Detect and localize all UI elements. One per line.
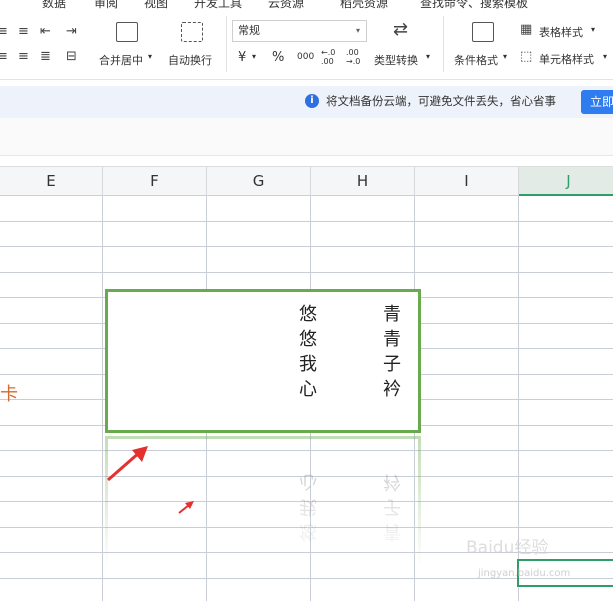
cell-style-button[interactable]: 单元格样式 <box>539 51 594 67</box>
text-char: 青 <box>383 329 401 350</box>
reflected-char: 悠 <box>299 521 317 542</box>
conditional-format-icon[interactable] <box>472 22 494 42</box>
chevron-down-icon[interactable]: ▾ <box>503 52 507 61</box>
divider <box>226 16 227 72</box>
cell-style-icon[interactable]: ⬚ <box>520 49 532 65</box>
conditional-format-button[interactable]: 条件格式 <box>454 52 498 68</box>
indent-icon[interactable]: ⇥ <box>66 24 77 40</box>
reflected-char: 子 <box>383 496 401 517</box>
watermark: Baidu经验 <box>466 538 549 558</box>
column-header-j[interactable]: J <box>519 167 613 196</box>
type-convert-button[interactable]: 类型转换 <box>374 52 418 68</box>
reflected-char: 青 <box>383 521 401 542</box>
outdent-icon[interactable]: ⇤ <box>40 24 51 40</box>
column-header-f[interactable]: F <box>103 167 207 196</box>
thousands-button[interactable]: 000 <box>297 52 314 62</box>
align-right-icon[interactable]: ≡ <box>18 49 29 65</box>
align-justify-icon[interactable]: ≣ <box>40 49 51 65</box>
text-char: 衿 <box>383 379 401 400</box>
percent-button[interactable]: % <box>272 50 284 65</box>
text-char: 悠 <box>299 304 317 325</box>
merge-center-icon[interactable] <box>116 22 138 42</box>
spreadsheet-window: 数据 审阅 视图 开发工具 云资源 稻壳资源 查找命令、搜索模板 ≡ ≡ ⇤ ⇥… <box>0 0 613 601</box>
chevron-down-icon[interactable]: ▾ <box>426 52 430 61</box>
annotation-arrow-icon <box>178 501 194 514</box>
merge-center-button[interactable]: 合并居中 <box>99 52 143 68</box>
text-char: 青 <box>383 304 401 325</box>
column-header-i[interactable]: I <box>415 167 519 196</box>
formula-bar-area[interactable] <box>0 118 613 156</box>
table-style-icon[interactable]: ▦ <box>520 22 532 38</box>
text-char: 悠 <box>299 329 317 350</box>
column-header-row: E F G H I J <box>0 166 613 196</box>
grid-line <box>0 221 613 222</box>
text-char: 我 <box>299 354 317 375</box>
chevron-down-icon[interactable]: ▾ <box>591 25 595 34</box>
grid-line <box>0 246 613 247</box>
tab-data[interactable]: 数据 <box>42 0 66 11</box>
annotation-arrow-icon <box>107 446 148 482</box>
chevron-down-icon: ▾ <box>355 26 360 35</box>
ribbon-toolbar: 数据 审阅 视图 开发工具 云资源 稻壳资源 查找命令、搜索模板 ≡ ≡ ⇤ ⇥… <box>0 0 613 80</box>
wrap-text-button[interactable]: 自动换行 <box>168 52 212 68</box>
text-char: 子 <box>383 354 401 375</box>
number-format-select[interactable]: 常规 ▾ <box>232 20 367 42</box>
align-middle-icon[interactable]: ≡ <box>18 24 29 40</box>
increase-decimal-button[interactable]: ←.0 .00 <box>321 48 341 66</box>
align-left-icon[interactable]: ≡ <box>0 49 8 65</box>
watermark-url: jingyan.baidu.com <box>478 568 571 579</box>
column-header-g[interactable]: G <box>207 167 311 196</box>
distribute-icon[interactable]: ⊟ <box>66 49 77 65</box>
chevron-down-icon[interactable]: ▾ <box>148 52 152 61</box>
reflected-char: 心 <box>299 471 317 492</box>
decrease-decimal-button[interactable]: .00 →.0 <box>346 48 366 66</box>
number-format-value: 常规 <box>238 24 260 37</box>
tab-docer[interactable]: 稻壳资源 <box>340 0 388 11</box>
info-icon: i <box>305 94 319 108</box>
grid-line <box>0 272 613 273</box>
tab-cloud[interactable]: 云资源 <box>268 0 304 11</box>
currency-button[interactable]: ¥ <box>238 50 246 65</box>
cell-text-fragment: 卡 <box>0 384 18 405</box>
table-style-button[interactable]: 表格样式 <box>539 24 583 40</box>
notice-message: 将文档备份云端，可避免文件丢失，省心省事 <box>326 94 556 108</box>
backup-now-button[interactable]: 立即 <box>581 90 613 114</box>
tab-review[interactable]: 审阅 <box>94 0 118 11</box>
wrap-text-icon[interactable] <box>181 22 203 42</box>
reflected-char: 我 <box>299 496 317 517</box>
align-top-icon[interactable]: ≡ <box>0 24 8 40</box>
divider <box>443 16 444 72</box>
tab-developer[interactable]: 开发工具 <box>194 0 242 11</box>
chevron-down-icon[interactable]: ▾ <box>603 52 607 61</box>
column-header-e[interactable]: E <box>0 167 103 196</box>
reflected-char: 衿 <box>383 471 401 492</box>
chevron-down-icon[interactable]: ▾ <box>252 52 256 61</box>
search-command-input[interactable]: 查找命令、搜索模板 <box>420 0 528 11</box>
tab-view[interactable]: 视图 <box>144 0 168 11</box>
type-convert-icon[interactable]: ⇄ <box>393 21 408 39</box>
vertical-text-box[interactable]: 悠 悠 我 心 青 青 子 衿 <box>105 289 421 433</box>
text-char: 心 <box>299 379 317 400</box>
backup-notice-bar: i 将文档备份云端，可避免文件丢失，省心省事 立即 <box>0 86 613 118</box>
column-header-h[interactable]: H <box>311 167 415 196</box>
